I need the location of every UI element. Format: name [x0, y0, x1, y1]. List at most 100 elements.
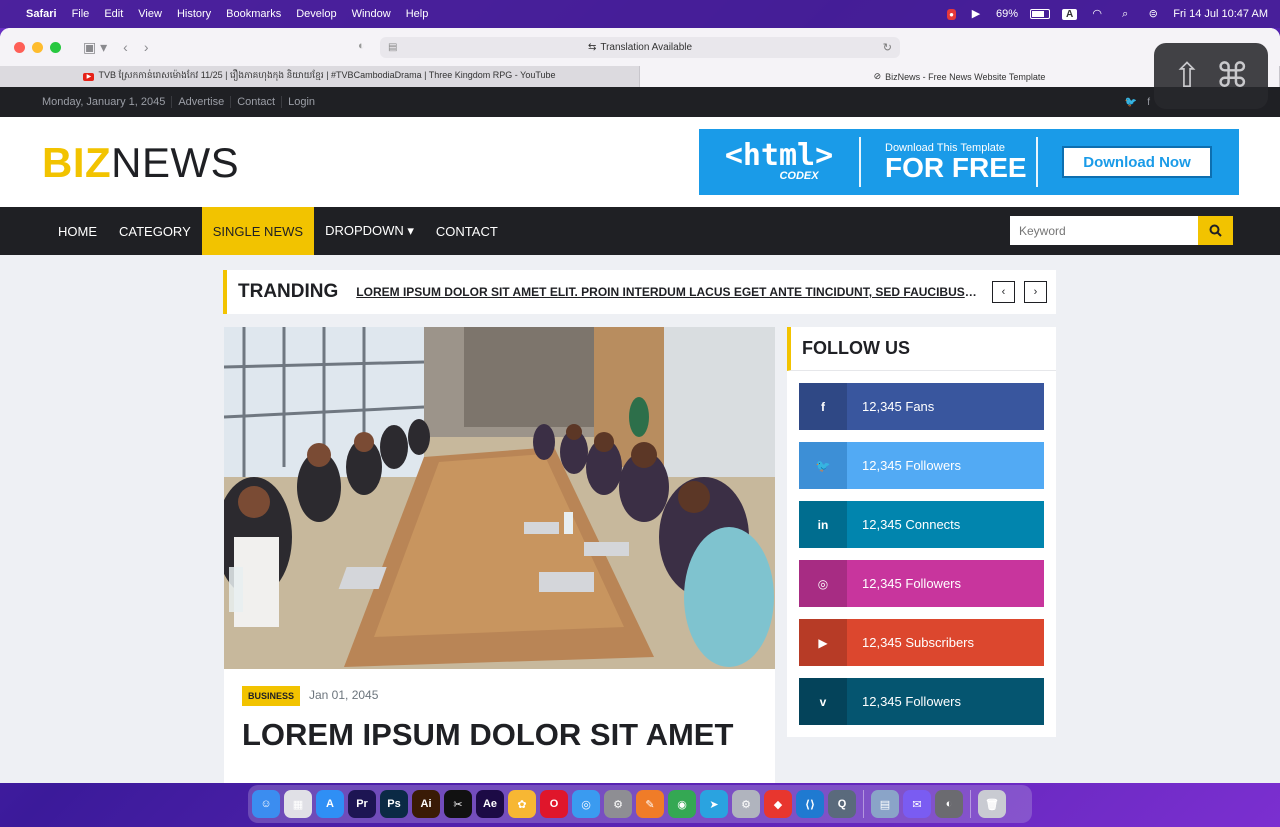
- menu-edit[interactable]: Edit: [104, 8, 123, 20]
- site-search: [1010, 216, 1233, 245]
- nav-single-news[interactable]: SINGLE NEWS: [201, 207, 315, 255]
- topbar-link-advertise[interactable]: Advertise: [171, 96, 230, 108]
- menu-window[interactable]: Window: [352, 8, 391, 20]
- social-count: 12,345 Fans: [862, 399, 935, 414]
- dock-telegram-icon[interactable]: ➤: [700, 790, 728, 818]
- banner-divider: [859, 137, 861, 187]
- vimeo-icon: v: [799, 678, 847, 725]
- command-key-icon: ⌘: [1215, 57, 1250, 95]
- twitter-icon[interactable]: 🐦: [1125, 97, 1137, 108]
- close-window-button[interactable]: [14, 41, 25, 53]
- topbar-link-login[interactable]: Login: [281, 96, 321, 108]
- compass-favicon-icon: ⊘: [873, 71, 882, 81]
- dock-premiere-icon[interactable]: Pr: [348, 790, 376, 818]
- battery-icon[interactable]: [1029, 9, 1050, 19]
- follow-us-widget: FOLLOW US f 12,345 Fans 🐦 12,345 Followe…: [787, 327, 1056, 737]
- zoom-window-button[interactable]: [50, 41, 61, 53]
- menu-view[interactable]: View: [138, 8, 162, 20]
- nav-contact[interactable]: CONTACT: [425, 207, 509, 255]
- social-row-linkedin[interactable]: in 12,345 Connects: [799, 501, 1044, 548]
- back-icon[interactable]: ‹: [123, 39, 128, 55]
- dock-photos-icon[interactable]: ✿: [508, 790, 536, 818]
- translation-icon[interactable]: ⇆: [588, 42, 596, 53]
- dock-safari-icon[interactable]: ◎: [572, 790, 600, 818]
- sidebar-toggle-icon[interactable]: ▣ ▾: [83, 39, 107, 56]
- tab-youtube[interactable]: ▶ TVB ស្រែកកាន់រោសម៉ោងកែវ 11/25 | រឿងភាគ…: [0, 66, 640, 87]
- social-count: 12,345 Connects: [862, 517, 961, 532]
- dock-capcut-icon[interactable]: ✂: [444, 790, 472, 818]
- dock-launchpad-icon[interactable]: ▦: [284, 790, 312, 818]
- site-logo[interactable]: BIZNEWS: [42, 139, 239, 187]
- social-row-instagram[interactable]: ◎ 12,345 Followers: [799, 560, 1044, 607]
- dock-illustrator-icon[interactable]: Ai: [412, 790, 440, 818]
- dock-pages-icon[interactable]: ✎: [636, 790, 664, 818]
- dock-opera-icon[interactable]: O: [540, 790, 568, 818]
- dock-messenger-icon[interactable]: ✉: [903, 790, 931, 818]
- page-menu-icon[interactable]: ▤: [388, 42, 397, 53]
- dock-chrome-icon[interactable]: ◉: [668, 790, 696, 818]
- forward-icon[interactable]: ›: [144, 39, 149, 55]
- menu-develop[interactable]: Develop: [296, 8, 336, 20]
- dock-vscode-icon[interactable]: ⟨⟩: [796, 790, 824, 818]
- dock-disk-utility-icon[interactable]: ◐: [935, 790, 963, 818]
- logo-news: NEWS: [111, 139, 240, 186]
- privacy-shield-icon[interactable]: ◐: [358, 40, 365, 52]
- dock-quicktime-icon[interactable]: Q: [828, 790, 856, 818]
- search-input[interactable]: [1010, 216, 1198, 245]
- nav-dropdown[interactable]: DROPDOWN ▾: [314, 207, 425, 255]
- topbar-link-contact[interactable]: Contact: [230, 96, 281, 108]
- tab-title: TVB ស្រែកកាន់រោសម៉ោងកែវ 11/25 | រឿងភាគហុ…: [98, 70, 556, 80]
- menu-clock[interactable]: Fri 14 Jul 10:47 AM: [1173, 8, 1268, 20]
- menu-file[interactable]: File: [72, 8, 90, 20]
- window-controls: [14, 41, 61, 53]
- dock-after-effects-icon[interactable]: Ae: [476, 790, 504, 818]
- follow-us-heading: FOLLOW US: [787, 327, 1056, 371]
- social-count: 12,345 Followers: [862, 458, 961, 473]
- article-card: BUSINESS Jan 01, 2045 LOREM IPSUM DOLOR …: [224, 669, 775, 783]
- search-button[interactable]: [1198, 216, 1233, 245]
- social-row-vimeo[interactable]: v 12,345 Followers: [799, 678, 1044, 725]
- nav-home[interactable]: HOME: [47, 207, 108, 255]
- nav-category[interactable]: CATEGORY: [108, 207, 202, 255]
- ad-banner[interactable]: <html> CODEX Download This Template FOR …: [699, 129, 1239, 195]
- topbar-date: Monday, January 1, 2045: [42, 96, 166, 108]
- menu-history[interactable]: History: [177, 8, 211, 20]
- social-row-twitter[interactable]: 🐦 12,345 Followers: [799, 442, 1044, 489]
- article-title: LOREM IPSUM DOLOR SIT AMET: [242, 717, 734, 752]
- wifi-icon[interactable]: ◠: [1089, 8, 1105, 20]
- dock-utility-icon[interactable]: ⚙: [732, 790, 760, 818]
- tab-bar: ▶ TVB ស្រែកកាន់រោសម៉ោងកែវ 11/25 | រឿងភាគ…: [0, 66, 1280, 87]
- shift-key-icon: ⇧: [1172, 57, 1202, 95]
- social-row-youtube[interactable]: ▶ 12,345 Subscribers: [799, 619, 1044, 666]
- control-center-icon[interactable]: ⊜: [1145, 8, 1161, 20]
- menu-help[interactable]: Help: [406, 8, 429, 20]
- html-logo-text: <html>: [724, 138, 834, 173]
- facebook-icon[interactable]: f: [1147, 97, 1150, 108]
- reload-icon[interactable]: ↻: [883, 41, 892, 54]
- dock-trash-icon[interactable]: 🗑: [978, 790, 1006, 818]
- trending-headline-link[interactable]: LOREM IPSUM DOLOR SIT AMET ELIT. PROIN I…: [356, 285, 978, 299]
- dock-system-settings-icon[interactable]: ⚙: [604, 790, 632, 818]
- trending-next-button[interactable]: ›: [1024, 281, 1047, 303]
- facebook-icon: f: [799, 383, 847, 430]
- menu-app-name[interactable]: Safari: [26, 8, 57, 20]
- play-status-icon[interactable]: ▶: [968, 8, 984, 20]
- download-now-button[interactable]: Download Now: [1062, 146, 1212, 178]
- address-bar[interactable]: ▤ ⇆ Translation Available ↻: [380, 37, 900, 58]
- minimize-window-button[interactable]: [32, 41, 43, 53]
- trending-prev-button[interactable]: ‹: [992, 281, 1015, 303]
- dock-finder-icon[interactable]: ☺: [252, 790, 280, 818]
- trending-bar: TRANDING LOREM IPSUM DOLOR SIT AMET ELIT…: [223, 270, 1056, 314]
- dock-photoshop-icon[interactable]: Ps: [380, 790, 408, 818]
- dock-divider: [863, 790, 864, 818]
- category-badge[interactable]: BUSINESS: [242, 686, 301, 706]
- spotlight-search-icon[interactable]: ⌕: [1117, 8, 1133, 20]
- dock-anydesk-icon[interactable]: ◆: [764, 790, 792, 818]
- social-row-facebook[interactable]: f 12,345 Fans: [799, 383, 1044, 430]
- social-count: 12,345 Followers: [862, 576, 961, 591]
- dock-preview-icon[interactable]: ▤: [871, 790, 899, 818]
- input-source-icon[interactable]: A: [1061, 8, 1078, 20]
- notification-badge-icon[interactable]: ●: [947, 8, 956, 20]
- dock-app-store-icon[interactable]: A: [316, 790, 344, 818]
- menu-bookmarks[interactable]: Bookmarks: [226, 8, 281, 20]
